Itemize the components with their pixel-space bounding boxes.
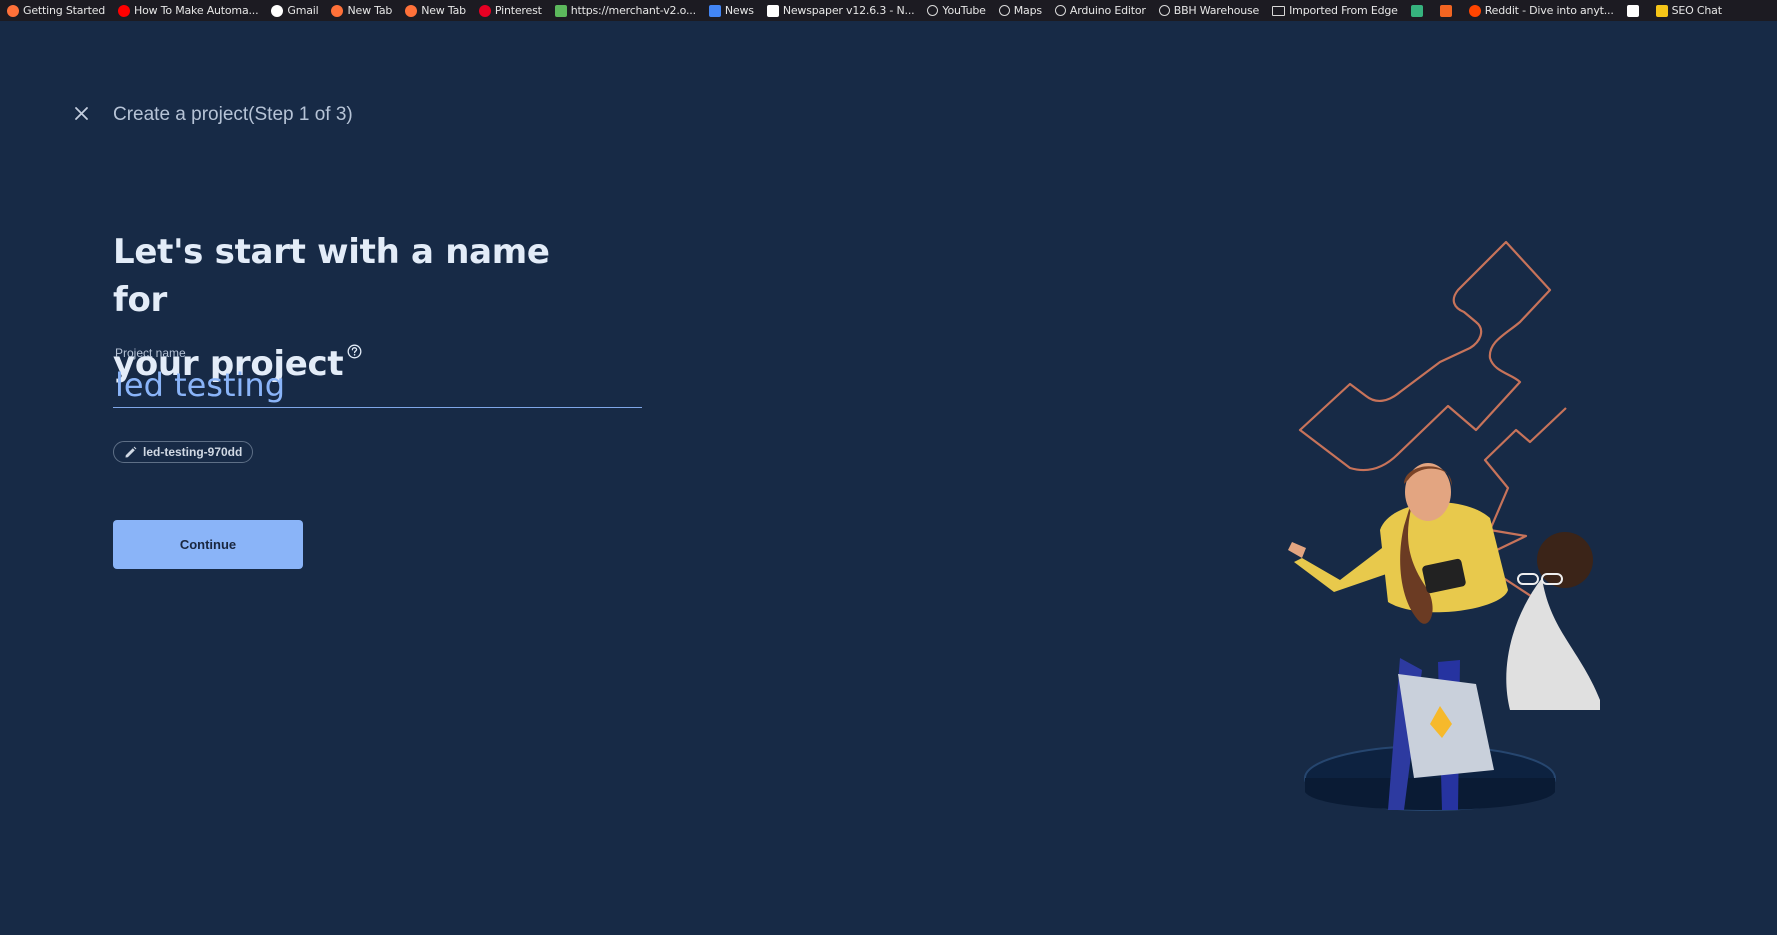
newspaper-icon bbox=[766, 4, 779, 17]
bookmark-item[interactable]: News bbox=[702, 0, 760, 21]
bookmark-item[interactable]: Newspaper v12.6.3 - N... bbox=[760, 0, 921, 21]
bookmark-label: Getting Started bbox=[23, 4, 106, 17]
bookmark-label: Maps bbox=[1013, 4, 1042, 17]
bookmark-label: YouTube bbox=[942, 4, 986, 17]
project-name-label: Project name bbox=[115, 346, 186, 360]
bookmark-label: SEO Chat bbox=[1671, 4, 1722, 17]
firefox-icon bbox=[331, 4, 344, 17]
bookmark-label: Gmail bbox=[287, 4, 319, 17]
bookmark-item[interactable]: SEO Chat bbox=[1649, 0, 1728, 21]
step-title: Create a project(Step 1 of 3) bbox=[113, 104, 353, 125]
bookmark-item[interactable]: https://merchant-v2.o... bbox=[548, 0, 702, 21]
folder-icon bbox=[1272, 5, 1286, 16]
bookmark-item[interactable]: How To Make Automa... bbox=[111, 0, 264, 21]
bookmark-item[interactable]: Imported From Edge bbox=[1265, 0, 1404, 21]
bookmark-label: Reddit - Dive into anyt... bbox=[1484, 4, 1614, 17]
google-icon bbox=[271, 4, 284, 17]
globe-icon bbox=[1054, 5, 1066, 16]
firefox-icon bbox=[405, 4, 418, 17]
project-id-label: led-testing-970dd bbox=[143, 445, 243, 459]
continue-button[interactable]: Continue bbox=[113, 520, 303, 569]
globe-icon bbox=[927, 5, 939, 16]
bookmark-item[interactable]: Getting Started bbox=[0, 0, 111, 21]
firebase-illustration bbox=[1288, 240, 1600, 811]
bookmark-item[interactable]: New Tab bbox=[398, 0, 472, 21]
px-icon bbox=[1410, 4, 1423, 17]
bookmark-item[interactable] bbox=[1404, 0, 1433, 21]
close-icon bbox=[75, 107, 88, 120]
bookmark-item[interactable]: New Tab bbox=[324, 0, 398, 21]
shopify-icon bbox=[554, 4, 567, 17]
pinterest-icon bbox=[478, 4, 491, 17]
project-name-input[interactable] bbox=[113, 362, 642, 408]
reddit-icon bbox=[1468, 4, 1481, 17]
bookmark-item[interactable]: Maps bbox=[992, 0, 1048, 21]
close-button[interactable] bbox=[71, 103, 93, 125]
seo-icon bbox=[1655, 4, 1668, 17]
bookmark-label: New Tab bbox=[421, 4, 466, 17]
heading-line-1: Let's start with a name for bbox=[113, 232, 550, 320]
firefox-icon bbox=[7, 4, 19, 17]
project-id-chip[interactable]: led-testing-970dd bbox=[113, 441, 254, 463]
pencil-icon bbox=[125, 446, 137, 457]
google-news-icon bbox=[708, 4, 721, 17]
bookmark-item[interactable]: Pinterest bbox=[472, 0, 548, 21]
bookmark-item[interactable] bbox=[1433, 0, 1462, 21]
globe-icon bbox=[998, 5, 1010, 16]
medium-icon bbox=[1626, 4, 1639, 17]
bookmark-label: BBH Warehouse bbox=[1173, 4, 1260, 17]
bookmark-label: News bbox=[724, 4, 754, 17]
help-icon[interactable] bbox=[347, 324, 362, 359]
bookmark-item[interactable]: Reddit - Dive into anyt... bbox=[1462, 0, 1620, 21]
bookmark-label: Pinterest bbox=[494, 4, 542, 17]
bookmark-label: Arduino Editor bbox=[1069, 4, 1146, 17]
bookmark-item[interactable]: Arduino Editor bbox=[1048, 0, 1152, 21]
globe-icon bbox=[1158, 5, 1170, 16]
bookmark-item[interactable]: BBH Warehouse bbox=[1152, 0, 1265, 21]
bookmark-label: Newspaper v12.6.3 - N... bbox=[782, 4, 915, 17]
bookmark-label: https://merchant-v2.o... bbox=[570, 4, 696, 17]
bookmark-item[interactable]: Gmail bbox=[264, 0, 324, 21]
bookmark-label: How To Make Automa... bbox=[134, 4, 259, 17]
bookmark-label: New Tab bbox=[347, 4, 393, 17]
bookmark-item[interactable]: YouTube bbox=[920, 0, 991, 21]
youtube-icon bbox=[118, 4, 131, 17]
bookmark-label: Imported From Edge bbox=[1289, 4, 1398, 17]
bookmark-item[interactable] bbox=[1620, 0, 1649, 21]
bookmarks-bar: Getting Started How To Make Automa... Gmai… bbox=[0, 0, 1777, 21]
cp-icon bbox=[1439, 4, 1452, 17]
